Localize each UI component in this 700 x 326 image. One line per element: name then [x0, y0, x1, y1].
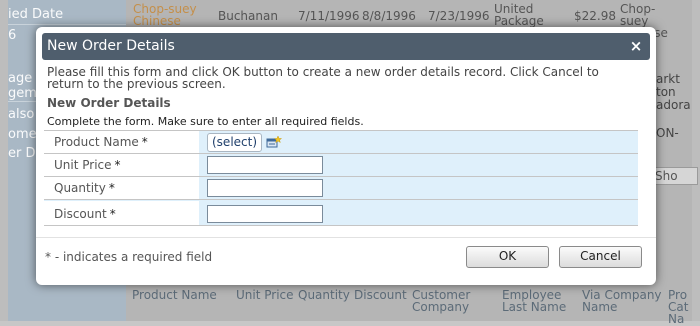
- quantity-input[interactable]: [207, 179, 323, 197]
- field-value-cell: [199, 177, 638, 200]
- bg-right-text: adora: [656, 98, 691, 112]
- product-name-select-link[interactable]: (select): [207, 133, 263, 152]
- form-hint: Complete the form. Make sure to enter al…: [47, 115, 364, 128]
- required-marker: *: [108, 181, 115, 195]
- bg-cell: Chop-suey Chinese: [133, 2, 197, 28]
- bg-right-text: ON-: [656, 126, 679, 140]
- required-marker: *: [109, 207, 116, 221]
- cancel-button[interactable]: Cancel: [559, 246, 642, 268]
- bg-left-text: ied Date: [8, 7, 64, 22]
- close-icon[interactable]: ×: [628, 36, 644, 56]
- field-value-cell: [199, 154, 638, 177]
- field-row-discount: Discount *: [44, 201, 638, 226]
- background-show-button: Sho: [650, 167, 698, 185]
- bg-cell: 8/8/1996: [362, 9, 416, 23]
- dialog-title: New Order Details: [47, 38, 175, 54]
- discount-label: Discount *: [54, 207, 116, 221]
- bg-cell: United Package: [494, 2, 544, 28]
- bg-column-header: Quantity: [298, 288, 350, 302]
- field-value-cell: [199, 201, 638, 226]
- form-section-title: New Order Details: [47, 96, 171, 110]
- bg-cell: $22.98: [574, 9, 616, 23]
- unit-price-label: Unit Price *: [54, 158, 121, 172]
- dialog-instructions: Please fill this form and click OK butto…: [47, 65, 599, 91]
- background-right-column: arkt ton adora ON-: [650, 0, 700, 321]
- quantity-label: Quantity *: [54, 181, 115, 195]
- bg-column-header: Customer Company: [412, 288, 471, 314]
- bg-cell: Buchanan: [218, 9, 278, 23]
- bg-cell: 7/23/1996: [428, 9, 490, 23]
- field-value-cell: (select): [199, 131, 638, 154]
- bg-divider: [8, 24, 126, 25]
- product-name-label: Product Name *: [54, 135, 148, 149]
- ok-button[interactable]: OK: [466, 246, 549, 268]
- order-details-form: Product Name * (select) Unit Price * Qua…: [44, 131, 638, 226]
- bg-left-text: 6: [8, 28, 17, 43]
- field-label-cell: Product Name *: [44, 131, 199, 154]
- dialog-titlebar[interactable]: New Order Details ×: [42, 33, 650, 60]
- background-grid-header: Product Name Unit Price Quantity Discoun…: [126, 283, 692, 325]
- bg-column-header: Product Name: [132, 288, 217, 302]
- discount-input[interactable]: [207, 205, 323, 223]
- field-label-cell: Discount *: [44, 201, 199, 226]
- bg-column-header: Unit Price: [236, 288, 294, 302]
- bg-column-header: Discount: [354, 288, 407, 302]
- bg-column-header: Employee Last Name: [502, 288, 567, 314]
- field-row-unit-price: Unit Price *: [44, 154, 638, 177]
- required-marker: *: [114, 158, 121, 172]
- new-order-details-dialog: New Order Details × Please fill this for…: [36, 27, 656, 285]
- footer-divider: [36, 237, 656, 238]
- field-label-cell: Quantity *: [44, 177, 199, 200]
- required-marker: *: [141, 135, 148, 149]
- field-row-product-name: Product Name * (select): [44, 131, 638, 154]
- field-row-quantity: Quantity *: [44, 177, 638, 200]
- new-product-icon[interactable]: [266, 135, 282, 149]
- bg-cell: 7/11/1996: [298, 9, 360, 23]
- field-label-cell: Unit Price *: [44, 154, 199, 177]
- unit-price-input[interactable]: [207, 156, 323, 174]
- bg-left-text: also: [8, 107, 35, 122]
- bg-left-text: ome: [8, 127, 37, 142]
- required-field-note: * - indicates a required field: [45, 250, 213, 264]
